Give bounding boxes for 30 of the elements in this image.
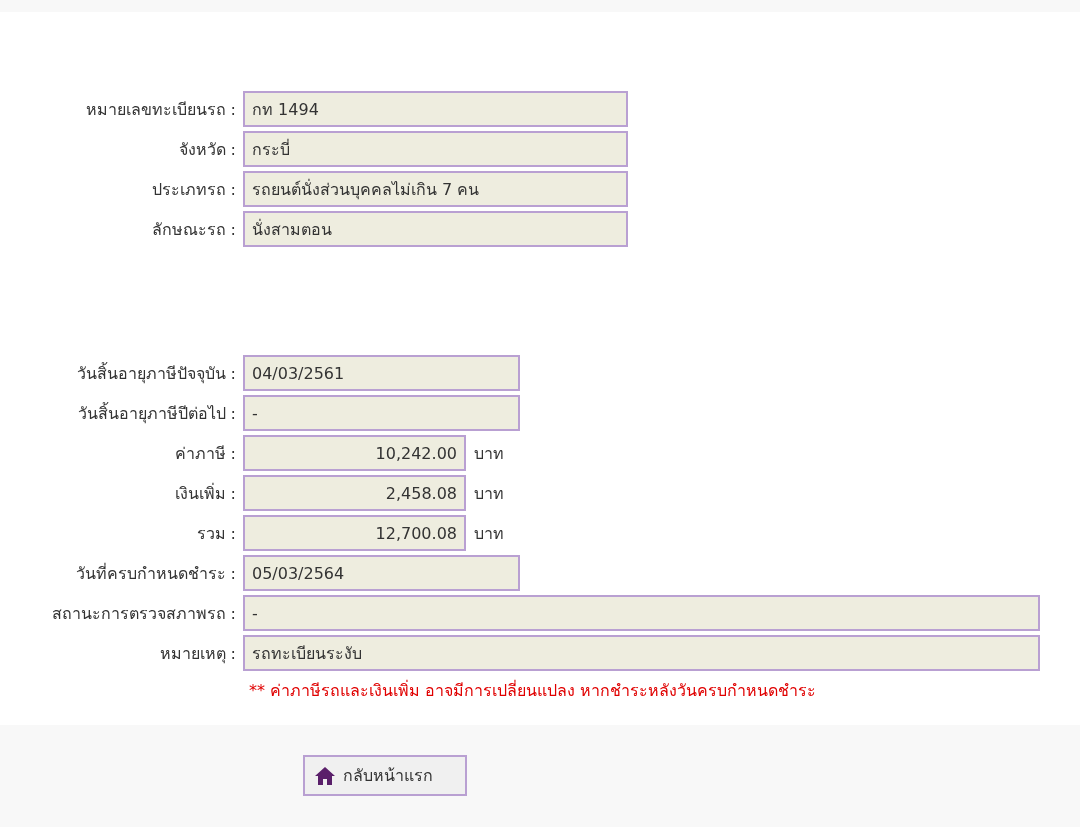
value-field: รถทะเบียนระงับ	[243, 635, 1040, 671]
field-label: เงินเพิ่ม :	[173, 482, 237, 505]
field-label: หมายเหตุ :	[158, 642, 237, 666]
unit-label: บาท	[474, 442, 504, 465]
value-field: 10,242.00	[243, 435, 466, 471]
field-label: วันสิ้นอายุภาษีปีต่อไป :	[76, 401, 237, 426]
value-field: นั่งสามตอน	[243, 211, 628, 247]
value-field: 05/03/2564	[243, 555, 520, 591]
value-field: กท 1494	[243, 91, 628, 127]
field-label: รวม :	[195, 522, 237, 545]
field-label: สถานะการตรวจสภาพรถ :	[50, 602, 237, 625]
value-field: 04/03/2561	[243, 355, 520, 391]
field-label: จังหวัด :	[177, 138, 237, 161]
field-label: ประเภทรถ :	[150, 178, 237, 201]
home-icon	[315, 766, 335, 785]
field-label: หมายเลขทะเบียนรถ :	[84, 98, 237, 121]
value-field: กระบี่	[243, 131, 628, 167]
unit-label: บาท	[474, 482, 504, 505]
field-label: วันที่ครบกำหนดชำระ :	[74, 562, 237, 585]
warning-note: ** ค่าภาษีรถและเงินเพิ่ม อาจมีการเปลี่ยนแปลง หากชำระหลังวันครบกำหนดชำระ	[249, 679, 818, 702]
value-field: รถยนต์นั่งส่วนบุคคลไม่เกิน 7 คน	[243, 171, 628, 207]
value-field: 12,700.08	[243, 515, 466, 551]
value-field: -	[243, 395, 520, 431]
home-button[interactable]: กลับหน้าแรก	[303, 755, 467, 796]
unit-label: บาท	[474, 522, 504, 545]
value-field: -	[243, 595, 1040, 631]
value-field: 2,458.08	[243, 475, 466, 511]
field-label: ลักษณะรถ :	[150, 218, 237, 241]
field-label: วันสิ้นอายุภาษีปัจจุบัน :	[75, 361, 237, 386]
field-label: ค่าภาษี :	[173, 442, 237, 465]
